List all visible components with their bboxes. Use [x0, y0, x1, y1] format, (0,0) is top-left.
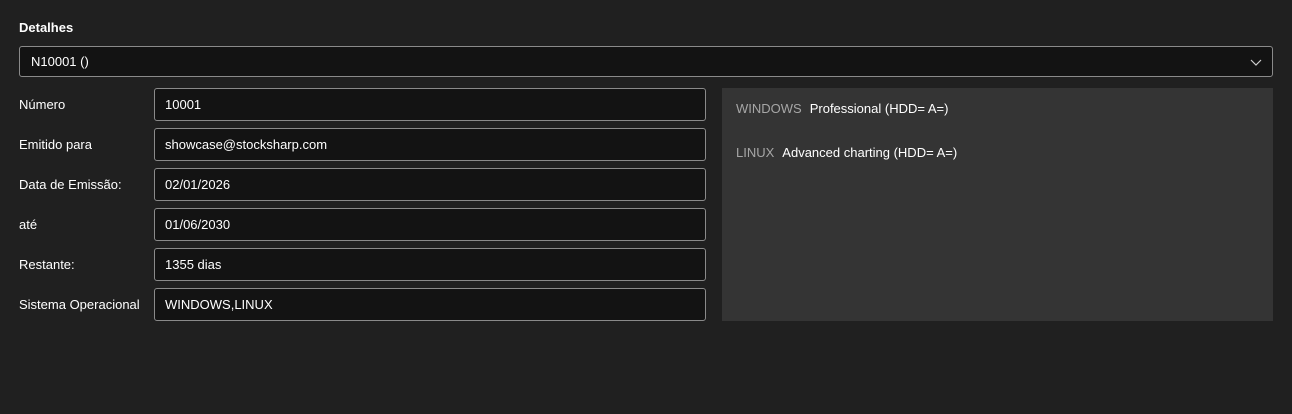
field-row-emitido-para: Emitido para: [19, 128, 706, 161]
field-label-emitido-para: Emitido para: [19, 137, 92, 152]
license-selector-dropdown[interactable]: N10001 (): [19, 46, 1273, 77]
field-row-sistema-operacional: Sistema Operacional: [19, 288, 706, 321]
field-input-sistema-operacional[interactable]: [154, 288, 706, 321]
feature-description: Advanced charting (HDD= A=): [782, 145, 958, 160]
field-label-sistema-operacional: Sistema Operacional: [19, 297, 140, 312]
license-selector-value: N10001 (): [31, 54, 89, 69]
field-input-ate[interactable]: [154, 208, 706, 241]
feature-item: LINUX Advanced charting (HDD= A=): [736, 145, 957, 160]
field-input-restante[interactable]: [154, 248, 706, 281]
field-label-ate: até: [19, 217, 38, 232]
field-label-restante: Restante:: [19, 257, 75, 272]
field-label-data-emissao: Data de Emissão:: [19, 177, 122, 192]
field-input-emitido-para[interactable]: [154, 128, 706, 161]
section-title: Detalhes: [19, 20, 74, 35]
chevron-down-icon: [1250, 56, 1262, 68]
field-row-data-emissao: Data de Emissão:: [19, 168, 706, 201]
field-input-numero[interactable]: [154, 88, 706, 121]
features-panel: WINDOWS Professional (HDD= A=) LINUX Advan…: [722, 88, 1273, 321]
field-row-restante: Restante:: [19, 248, 706, 281]
field-row-ate: até: [19, 208, 706, 241]
feature-item: WINDOWS Professional (HDD= A=): [736, 101, 948, 116]
feature-os: WINDOWS: [736, 101, 802, 116]
feature-description: Professional (HDD= A=): [809, 101, 949, 116]
field-input-data-emissao[interactable]: [154, 168, 706, 201]
feature-os: LINUX: [736, 145, 775, 160]
field-row-numero: Número: [19, 88, 706, 121]
field-label-numero: Número: [19, 97, 66, 112]
